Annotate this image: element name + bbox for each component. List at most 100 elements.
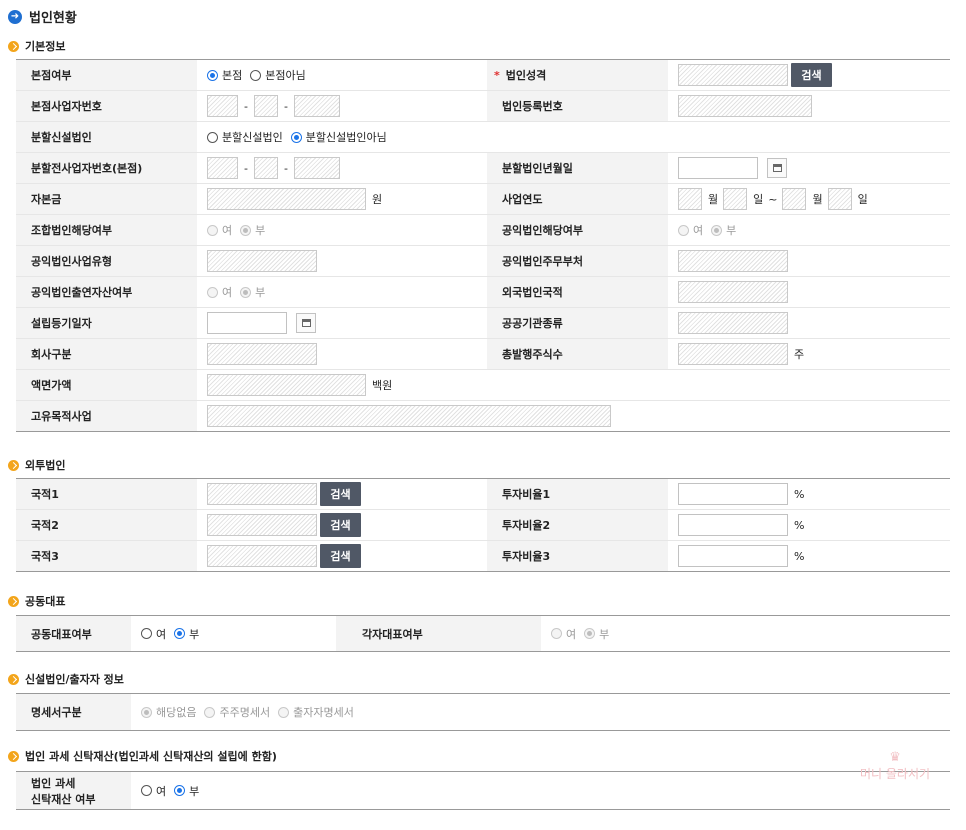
table-row: 분할전사업자번호(본점) - - 분할법인년월일 — [16, 153, 950, 184]
ratio-input[interactable] — [678, 514, 788, 536]
calendar-icon[interactable] — [767, 158, 787, 178]
split-date-label: 분할법인년월일 — [487, 153, 668, 183]
biz-year-end-day[interactable] — [827, 188, 852, 210]
joint-rep-table: 공동대표여부 여 부 각자대표여부 여 부 — [16, 615, 950, 652]
split-radio-yes[interactable]: 분할신설법인 — [207, 129, 283, 145]
pre-split-bizno-field-3[interactable] — [293, 157, 340, 179]
table-row: 자본금 원 사업연도 월 일 ~ 월 일 — [16, 184, 950, 215]
company-type-label: 회사구분 — [16, 339, 197, 369]
public-label: 공익법인해당여부 — [487, 215, 668, 245]
hq-bizno-field-1[interactable] — [207, 95, 238, 117]
company-type-field[interactable] — [207, 343, 317, 365]
hq-bizno-label: 본점사업자번호 — [16, 91, 197, 121]
biz-year-end-month[interactable] — [782, 188, 807, 210]
nationality-search-button[interactable]: 검색 — [320, 482, 361, 506]
corp-nature-field[interactable] — [678, 64, 788, 86]
table-row: 분할신설법인 분할신설법인 분할신설법인아님 — [16, 122, 950, 153]
nationality-field[interactable] — [207, 483, 317, 505]
basic-info-table: 본점여부 본점 본점아님 * 법인성격 검색 본점사업자번호 - - 법인등록번호… — [16, 59, 950, 432]
pre-split-bizno-field-1[interactable] — [207, 157, 238, 179]
statement-radio-investor[interactable]: 출자자명세서 — [278, 704, 354, 720]
union-radio-no[interactable]: 부 — [240, 222, 265, 238]
nationality-search-button[interactable]: 검색 — [320, 513, 361, 537]
par-value-field[interactable] — [207, 374, 366, 396]
public-type-label: 공익법인사업유형 — [16, 246, 197, 276]
public-contrib-radio-yes[interactable]: 여 — [207, 284, 232, 300]
required-mark-icon: * — [494, 68, 500, 82]
public-ministry-field[interactable] — [678, 250, 788, 272]
capital-label: 자본금 — [16, 184, 197, 214]
each-rep-radio-no[interactable]: 부 — [584, 626, 609, 642]
table-row: 공익법인사업유형 공익법인주무부처 — [16, 246, 950, 277]
hq-radio-main[interactable]: 본점 — [207, 67, 242, 83]
ratio-label: 투자비율2 — [487, 510, 668, 540]
public-type-field[interactable] — [207, 250, 317, 272]
foreign-nat-field[interactable] — [678, 281, 788, 303]
capital-field[interactable] — [207, 188, 366, 210]
total-shares-label: 총발행주식수 — [487, 339, 668, 369]
est-date-label: 설립등기일자 — [16, 308, 197, 338]
hq-bizno-field-3[interactable] — [293, 95, 340, 117]
page-title: ➜ 법인현황 — [8, 7, 77, 26]
union-radio-yes[interactable]: 여 — [207, 222, 232, 238]
section-trust-title: 법인 과세 신탁재산(법인과세 신탁재산의 설립에 한함) — [8, 748, 277, 764]
new-corp-table: 명세서구분 해당없음 주주명세서 출자자명세서 — [16, 693, 950, 731]
hq-radio-not-main[interactable]: 본점아님 — [250, 67, 306, 83]
joint-rep-label: 공동대표여부 — [16, 616, 131, 651]
hq-label: 본점여부 — [16, 60, 197, 90]
ratio-input[interactable] — [678, 545, 788, 567]
nationality-field[interactable] — [207, 545, 317, 567]
each-rep-radio-yes[interactable]: 여 — [551, 626, 576, 642]
trust-radio-no[interactable]: 부 — [174, 783, 199, 799]
public-inst-field[interactable] — [678, 312, 788, 334]
crown-icon: ♛ — [889, 750, 901, 765]
biz-year-start-day[interactable] — [723, 188, 748, 210]
foreign-table: 국적1 검색 투자비율1 % 국적2 검색 투자비율2 % 국적3 검색 투자비… — [16, 478, 950, 572]
public-ministry-label: 공익법인주무부처 — [487, 246, 668, 276]
joint-rep-radio-yes[interactable]: 여 — [141, 626, 166, 642]
joint-rep-radio-no[interactable]: 부 — [174, 626, 199, 642]
public-contrib-radio-no[interactable]: 부 — [240, 284, 265, 300]
statement-radio-none[interactable]: 해당없음 — [141, 704, 196, 720]
chevron-circle-icon — [8, 40, 19, 52]
split-label: 분할신설법인 — [16, 122, 197, 152]
section-new-corp-title: 신설법인/출자자 정보 — [8, 671, 124, 687]
section-foreign-title: 외투법인 — [8, 457, 65, 473]
pre-split-bizno-field-2[interactable] — [253, 157, 278, 179]
public-contrib-label: 공익법인출연자산여부 — [16, 277, 197, 307]
section-basic-title: 기본정보 — [8, 38, 65, 54]
corp-nature-search-button[interactable]: 검색 — [791, 63, 832, 87]
table-row: 액면가액 백원 — [16, 370, 950, 401]
unique-biz-field[interactable] — [207, 405, 611, 427]
public-inst-label: 공공기관종류 — [487, 308, 668, 338]
biz-year-start-month[interactable] — [678, 188, 702, 210]
biz-year-label: 사업연도 — [487, 184, 668, 214]
chevron-circle-icon — [8, 595, 19, 607]
ratio-label: 투자비율1 — [487, 479, 668, 509]
each-rep-label: 각자대표여부 — [336, 616, 541, 651]
table-row: 국적3 검색 투자비율3 % — [16, 541, 950, 571]
public-radio-no[interactable]: 부 — [711, 222, 736, 238]
split-radio-no[interactable]: 분할신설법인아님 — [290, 129, 387, 145]
nationality-search-button[interactable]: 검색 — [320, 544, 361, 568]
total-shares-field[interactable] — [678, 343, 788, 365]
table-row: 국적2 검색 투자비율2 % — [16, 510, 950, 541]
pre-split-bizno-label: 분할전사업자번호(본점) — [16, 153, 197, 183]
trust-table: 법인 과세 신탁재산 여부 여 부 — [16, 771, 950, 810]
table-row: 본점사업자번호 - - 법인등록번호 — [16, 91, 950, 122]
corp-regno-field[interactable] — [678, 95, 812, 117]
est-date-input[interactable] — [207, 312, 287, 334]
chevron-circle-icon — [8, 750, 19, 762]
trust-radio-yes[interactable]: 여 — [141, 783, 166, 799]
split-date-input[interactable] — [678, 157, 758, 179]
table-row: 본점여부 본점 본점아님 * 법인성격 검색 — [16, 60, 950, 91]
ratio-input[interactable] — [678, 483, 788, 505]
table-row: 공동대표여부 여 부 각자대표여부 여 부 — [16, 616, 950, 651]
calendar-icon[interactable] — [296, 313, 316, 333]
public-radio-yes[interactable]: 여 — [678, 222, 703, 238]
table-row: 국적1 검색 투자비율1 % — [16, 479, 950, 510]
nationality-field[interactable] — [207, 514, 317, 536]
hq-bizno-field-2[interactable] — [253, 95, 278, 117]
chevron-circle-icon — [8, 459, 19, 471]
statement-radio-shareholder[interactable]: 주주명세서 — [204, 704, 270, 720]
